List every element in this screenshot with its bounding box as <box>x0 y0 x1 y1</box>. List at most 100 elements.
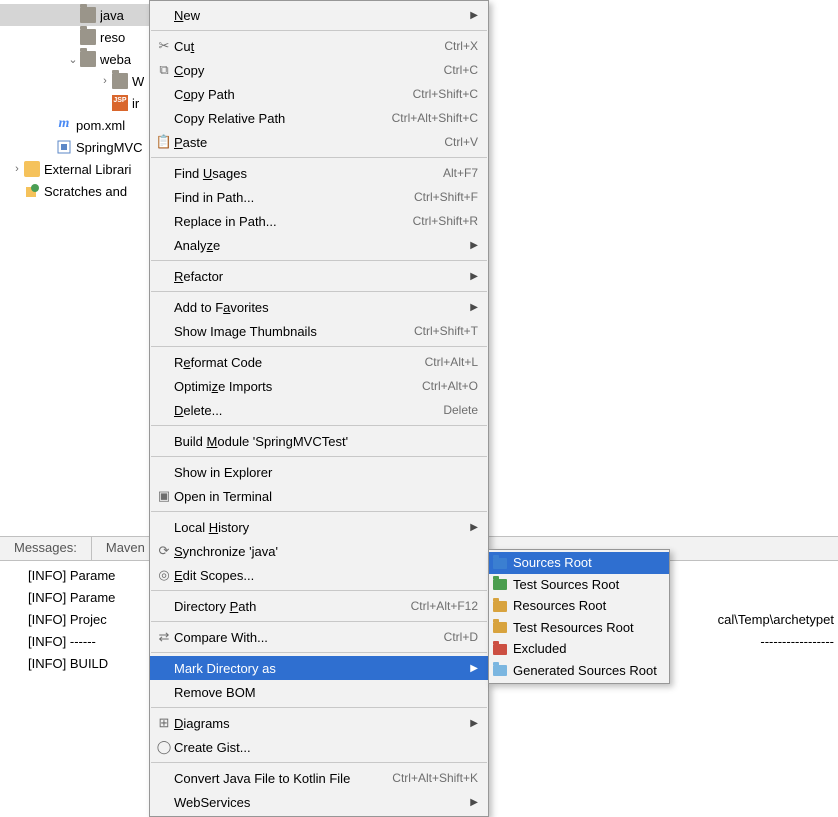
menu-copy-path[interactable]: Copy PathCtrl+Shift+C <box>150 82 488 106</box>
menu-label: Replace in Path... <box>174 214 413 229</box>
menu-cut[interactable]: ✂CutCtrl+X <box>150 34 488 58</box>
scope-icon: ◎ <box>154 567 174 583</box>
compare-icon: ⇄ <box>154 629 174 645</box>
tree-item-scratches[interactable]: Scratches and <box>0 180 154 202</box>
maven-icon: m <box>56 117 72 133</box>
menu-local-history[interactable]: Local History▶ <box>150 515 488 539</box>
copy-icon: ⧉ <box>154 62 174 78</box>
menu-label: Mark Directory as <box>174 661 468 676</box>
folder-icon <box>112 73 128 89</box>
menu-replace-in-path[interactable]: Replace in Path...Ctrl+Shift+R <box>150 209 488 233</box>
tree-label: External Librari <box>44 162 131 177</box>
shortcut: Ctrl+Shift+C <box>413 87 478 101</box>
shortcut: Ctrl+Alt+Shift+C <box>392 111 478 125</box>
tree-item-webinf[interactable]: ›W <box>0 70 154 92</box>
menu-diagrams[interactable]: ⊞Diagrams▶ <box>150 711 488 735</box>
menu-add-to-favorites[interactable]: Add to Favorites▶ <box>150 295 488 319</box>
folder-icon <box>80 51 96 67</box>
github-icon: ◯ <box>154 739 174 755</box>
menu-remove-bom[interactable]: Remove BOM <box>150 680 488 704</box>
submenu-test-sources-root[interactable]: Test Sources Root <box>489 574 669 596</box>
menu-directory-path[interactable]: Directory PathCtrl+Alt+F12 <box>150 594 488 618</box>
menu-new[interactable]: New▶ <box>150 3 488 27</box>
menu-optimize-imports[interactable]: Optimize ImportsCtrl+Alt+O <box>150 374 488 398</box>
terminal-icon: ▣ <box>154 488 174 504</box>
shortcut: Delete <box>443 403 478 417</box>
scratch-icon <box>24 183 40 199</box>
menu-convert-kotlin[interactable]: Convert Java File to Kotlin FileCtrl+Alt… <box>150 766 488 790</box>
menu-synchronize[interactable]: ⟳Synchronize 'java' <box>150 539 488 563</box>
submenu-excluded[interactable]: Excluded <box>489 638 669 660</box>
menu-find-in-path[interactable]: Find in Path...Ctrl+Shift+F <box>150 185 488 209</box>
menu-build-module[interactable]: Build Module 'SpringMVCTest' <box>150 429 488 453</box>
menu-mark-directory-as[interactable]: Mark Directory as▶ <box>150 656 488 680</box>
tree-item-external-libs[interactable]: › External Librari <box>0 158 154 180</box>
tree-item-index-jsp[interactable]: JSP ir <box>0 92 154 114</box>
tree-label: java <box>100 8 124 23</box>
submenu-test-resources-root[interactable]: Test Resources Root <box>489 617 669 639</box>
paste-icon: 📋 <box>154 134 174 150</box>
caret-down-icon[interactable]: ⌄ <box>66 53 80 66</box>
tree-label: ir <box>132 96 139 111</box>
menu-label: Find in Path... <box>174 190 414 205</box>
mark-directory-submenu[interactable]: Sources Root Test Sources Root Resources… <box>488 549 670 684</box>
diagram-icon: ⊞ <box>154 715 174 731</box>
shortcut: Ctrl+Shift+T <box>414 324 478 338</box>
tree-label: SpringMVC <box>76 140 142 155</box>
tree-item-webapp[interactable]: ⌄weba <box>0 48 154 70</box>
menu-compare-with[interactable]: ⇄Compare With...Ctrl+D <box>150 625 488 649</box>
shortcut: Ctrl+Alt+O <box>422 379 478 393</box>
shortcut: Ctrl+X <box>444 39 478 53</box>
menu-show-image-thumbnails[interactable]: Show Image ThumbnailsCtrl+Shift+T <box>150 319 488 343</box>
caret-right-icon[interactable]: › <box>10 163 24 175</box>
menu-reformat-code[interactable]: Reformat CodeCtrl+Alt+L <box>150 350 488 374</box>
menu-label: Create Gist... <box>174 740 478 755</box>
shortcut: Ctrl+Alt+Shift+K <box>392 771 478 785</box>
menu-analyze[interactable]: Analyze▶ <box>150 233 488 257</box>
submenu-resources-root[interactable]: Resources Root <box>489 595 669 617</box>
folder-blue-icon <box>493 556 513 570</box>
shortcut: Ctrl+Alt+L <box>425 355 478 369</box>
menu-paste[interactable]: 📋PasteCtrl+V <box>150 130 488 154</box>
shortcut: Ctrl+D <box>444 630 478 644</box>
tree-label: W <box>132 74 144 89</box>
menu-label: WebServices <box>174 795 468 810</box>
folder-yellow-icon <box>493 620 513 634</box>
tree-item-iml[interactable]: SpringMVC <box>0 136 154 158</box>
submenu-label: Test Sources Root <box>513 577 619 592</box>
menu-copy-relative-path[interactable]: Copy Relative PathCtrl+Alt+Shift+C <box>150 106 488 130</box>
menu-create-gist[interactable]: ◯Create Gist... <box>150 735 488 759</box>
caret-right-icon[interactable]: › <box>98 75 112 87</box>
menu-webservices[interactable]: WebServices▶ <box>150 790 488 814</box>
cut-icon: ✂ <box>154 38 174 54</box>
menu-label: Copy Relative Path <box>174 111 392 126</box>
menu-show-in-explorer[interactable]: Show in Explorer <box>150 460 488 484</box>
menu-open-in-terminal[interactable]: ▣Open in Terminal <box>150 484 488 508</box>
menu-label: Show in Explorer <box>174 465 478 480</box>
tree-item-java[interactable]: java <box>0 4 154 26</box>
submenu-label: Generated Sources Root <box>513 663 657 678</box>
folder-green-icon <box>493 577 513 591</box>
tree-item-resources[interactable]: reso <box>0 26 154 48</box>
menu-label: Convert Java File to Kotlin File <box>174 771 392 786</box>
submenu-label: Test Resources Root <box>513 620 634 635</box>
menu-edit-scopes[interactable]: ◎Edit Scopes... <box>150 563 488 587</box>
folder-lightblue-icon <box>493 663 513 677</box>
submenu-label: Resources Root <box>513 598 606 613</box>
tab-messages[interactable]: Messages: <box>0 537 92 560</box>
menu-copy[interactable]: ⧉CopyCtrl+C <box>150 58 488 82</box>
shortcut: Ctrl+Shift+F <box>414 190 478 204</box>
shortcut: Ctrl+Shift+R <box>413 214 478 228</box>
jsp-file-icon: JSP <box>112 95 128 111</box>
shortcut: Ctrl+C <box>444 63 478 77</box>
menu-refactor[interactable]: Refactor▶ <box>150 264 488 288</box>
menu-delete[interactable]: Delete...Delete <box>150 398 488 422</box>
tree-label: pom.xml <box>76 118 125 133</box>
menu-find-usages[interactable]: Find UsagesAlt+F7 <box>150 161 488 185</box>
shortcut: Ctrl+Alt+F12 <box>411 599 478 613</box>
submenu-sources-root[interactable]: Sources Root <box>489 552 669 574</box>
context-menu[interactable]: New▶ ✂CutCtrl+X ⧉CopyCtrl+C Copy PathCtr… <box>149 0 489 817</box>
submenu-generated-sources-root[interactable]: Generated Sources Root <box>489 660 669 682</box>
menu-label: Show Image Thumbnails <box>174 324 414 339</box>
tree-item-pom[interactable]: m pom.xml <box>0 114 154 136</box>
